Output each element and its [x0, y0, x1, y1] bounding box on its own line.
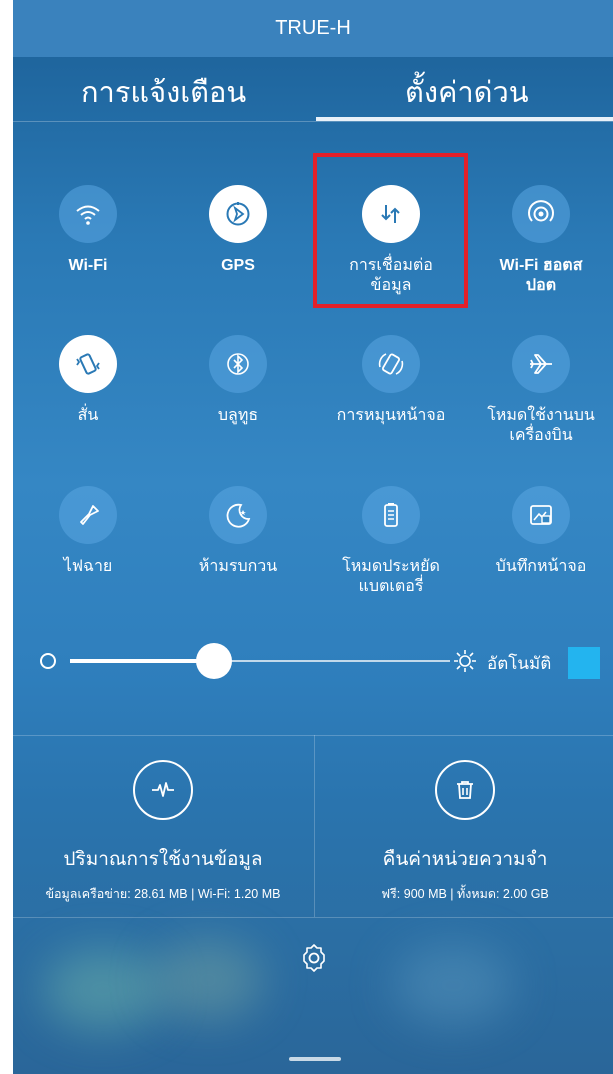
tile-airplane[interactable]: โหมดใช้งานบนเครื่องบิน: [466, 335, 613, 446]
bluetooth-icon: [209, 335, 267, 393]
tab-quick-settings[interactable]: ตั้งค่าด่วน: [405, 69, 529, 115]
tile-label: Wi-Fi: [68, 257, 108, 274]
wifi-icon: [59, 185, 117, 243]
background-blur: [43, 950, 163, 1030]
auto-brightness-label: อัตโนมัติ: [487, 654, 552, 673]
drag-handle[interactable]: [289, 1057, 341, 1061]
screenshot-icon: [512, 486, 570, 544]
gps-icon: [209, 185, 267, 243]
tile-label: การหมุนหน้าจอ: [336, 407, 446, 424]
brightness-row: อัตโนมัติ: [13, 633, 613, 689]
quick-settings-screen: TRUE-H การแจ้งเตือน ตั้งค่าด่วน Wi-Fi GP…: [13, 0, 613, 1074]
memory-cleanup-panel[interactable]: คืนค่าหน่วยความจำ ฟรี: 900 MB | ทั้งหมด:…: [315, 735, 613, 917]
tile-screenshot[interactable]: บันทึกหน้าจอ: [466, 486, 613, 577]
flashlight-icon: [59, 486, 117, 544]
background-blur: [153, 940, 263, 1020]
gear-icon[interactable]: [298, 942, 330, 974]
airplane-icon: [512, 335, 570, 393]
data-usage-detail: ข้อมูลเครือข่าย: 28.61 MB | Wi-Fi: 1.20 …: [45, 887, 281, 901]
data-usage-panel[interactable]: ปริมาณการใช้งานข้อมูล ข้อมูลเครือข่าย: 2…: [13, 735, 313, 917]
memory-detail: ฟรี: 900 MB | ทั้งหมด: 2.00 GB: [381, 887, 549, 901]
brightness-slider-fill: [70, 659, 215, 663]
data-usage-title: ปริมาณการใช้งานข้อมูล: [63, 849, 263, 870]
background-blur: [393, 945, 513, 1025]
tile-label: โหมดใช้งานบนเครื่องบิน: [487, 407, 595, 444]
divider: [13, 917, 613, 918]
tile-label: ห้ามรบกวน: [198, 558, 278, 575]
tile-label: บันทึกหน้าจอ: [495, 558, 587, 575]
tab-selected-indicator: [316, 117, 613, 121]
tile-label: GPS: [221, 257, 255, 274]
vibrate-icon: [59, 335, 117, 393]
trash-icon: [435, 760, 495, 820]
tile-gps[interactable]: GPS: [163, 185, 313, 276]
pulse-icon: [133, 760, 193, 820]
tile-rotate[interactable]: การหมุนหน้าจอ: [316, 335, 466, 426]
tile-hotspot[interactable]: Wi-Fi ฮอตสปอต: [466, 185, 613, 296]
tile-vibrate[interactable]: สั่น: [13, 335, 163, 426]
tile-do-not-disturb[interactable]: ห้ามรบกวน: [163, 486, 313, 577]
hotspot-icon: [512, 185, 570, 243]
moon-icon: [209, 486, 267, 544]
tile-label: Wi-Fi ฮอตสปอต: [499, 257, 583, 294]
battery-icon: [362, 486, 420, 544]
tile-label: บลูทูธ: [217, 407, 259, 424]
tile-label: โหมดประหยัดแบตเตอรี่: [342, 558, 440, 595]
brightness-slider-thumb[interactable]: [196, 643, 233, 679]
tile-flashlight[interactable]: ไฟฉาย: [13, 486, 163, 577]
carrier-name: TRUE-H: [275, 17, 351, 39]
sun-icon: [454, 650, 476, 672]
brightness-low-icon: [40, 653, 56, 669]
tile-wifi[interactable]: Wi-Fi: [13, 185, 163, 276]
status-bar: TRUE-H: [13, 0, 613, 57]
tile-label: ไฟฉาย: [63, 558, 113, 575]
tile-label: สั่น: [77, 407, 99, 424]
tab-bar: การแจ้งเตือน ตั้งค่าด่วน: [13, 57, 613, 125]
tile-bluetooth[interactable]: บลูทูธ: [163, 335, 313, 426]
rotate-icon: [362, 335, 420, 393]
tab-divider: [13, 121, 613, 122]
memory-title: คืนค่าหน่วยความจำ: [382, 849, 548, 870]
auto-brightness-checkbox[interactable]: [568, 647, 600, 679]
highlight-box: [313, 153, 468, 308]
tab-notifications[interactable]: การแจ้งเตือน: [81, 69, 246, 115]
tile-battery-saver[interactable]: โหมดประหยัดแบตเตอรี่: [316, 486, 466, 597]
